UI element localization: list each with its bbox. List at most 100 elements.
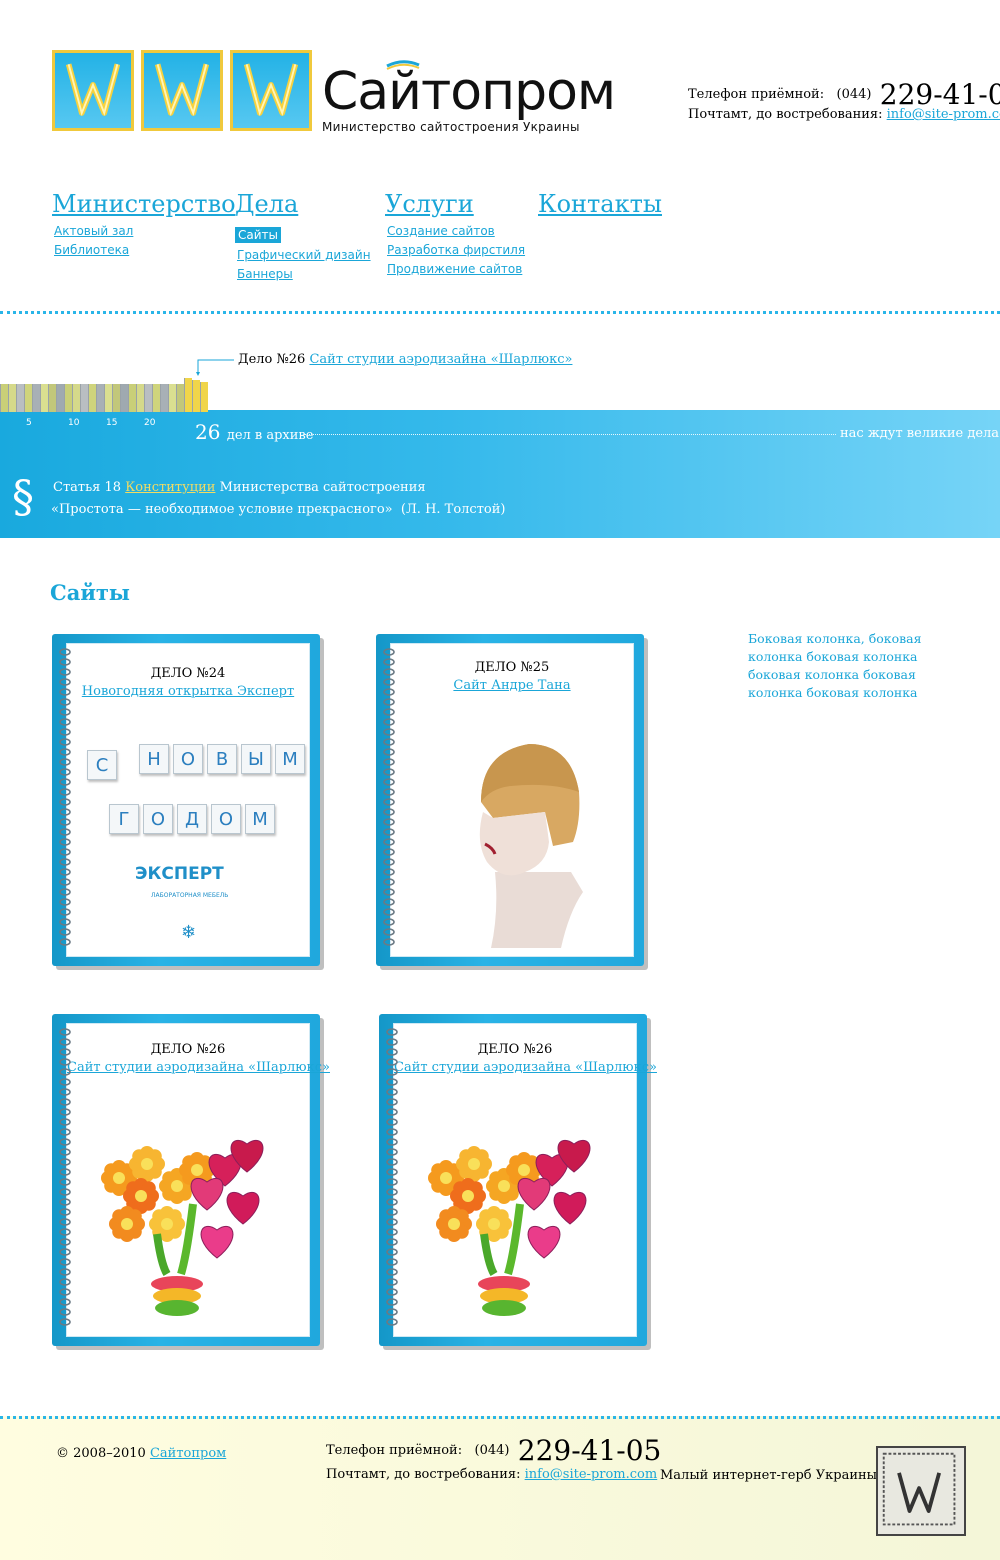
archive-binder[interactable] <box>176 384 184 412</box>
pointer-arrow-icon <box>196 359 234 376</box>
email-link[interactable]: info@site-prom.com <box>887 107 1000 122</box>
spiral-binding-icon <box>59 1028 71 1326</box>
site-subtitle: Министерство сайтостроения Украины <box>322 120 580 134</box>
archive-binder[interactable] <box>136 384 144 412</box>
balloon-bouquet-image <box>97 1124 297 1324</box>
woman-portrait-image <box>479 744 583 948</box>
logo-w-icon-2[interactable] <box>141 50 223 131</box>
nav-item-branding[interactable]: Разработка фирстиля <box>385 243 525 257</box>
card-link[interactable]: Новогодняя открытка Эксперт <box>67 684 309 699</box>
tile-row-1b: Н О В Ы М <box>139 744 305 774</box>
phone-label: Телефон приёмной: <box>688 87 825 102</box>
archive-binder[interactable] <box>112 384 120 412</box>
archive-binder[interactable] <box>0 384 8 412</box>
archive-binder[interactable] <box>40 384 48 412</box>
shelf-number: 5 <box>26 418 32 428</box>
logo-w-icon-3[interactable] <box>230 50 312 131</box>
archive-binder[interactable] <box>80 384 88 412</box>
case-card[interactable]: ДЕЛО №25 Сайт Андре Тана <box>376 634 648 970</box>
archive-binder[interactable] <box>48 384 56 412</box>
archive-binder[interactable] <box>120 384 128 412</box>
archive-binder[interactable] <box>24 384 32 412</box>
footer-copyright: © 2008–2010 Сайтопром <box>56 1446 226 1461</box>
card-link[interactable]: Сайт студии аэродизайна «Шарлюкс» <box>67 1060 330 1075</box>
archive-binder[interactable] <box>104 384 112 412</box>
quote-text: «Простота — необходимое условие прекрасн… <box>51 502 393 517</box>
nav-title-services[interactable]: Услуги <box>385 190 525 218</box>
sidebar-text: Боковая колонка, боковая колонка боковая… <box>748 631 922 700</box>
archive-binder[interactable] <box>72 384 80 412</box>
constitution-article: Статья 18 Конституции Министерства сайто… <box>53 480 426 495</box>
card-link[interactable]: Сайт Андре Тана <box>391 678 633 693</box>
letter-tile: Н <box>139 744 169 774</box>
archive-binder[interactable] <box>8 384 16 412</box>
divider <box>0 311 1000 314</box>
coat-of-arms-stamp[interactable] <box>876 1446 966 1536</box>
logo-w-icon-1[interactable] <box>52 50 134 131</box>
case-card[interactable]: ДЕЛО №24 Новогодняя открытка Эксперт С Н… <box>52 634 324 970</box>
expert-logo: ЭКСПЕРТ <box>135 864 224 884</box>
phone-code: (044) <box>474 1443 510 1458</box>
nav-title-cases[interactable]: Дела <box>235 190 371 218</box>
letter-tile: О <box>143 804 173 834</box>
archive-binder[interactable] <box>192 380 200 412</box>
footer-phone: Телефон приёмной: (044) 229-41-05 <box>326 1434 661 1467</box>
nav-item-site-creation[interactable]: Создание сайтов <box>385 224 525 238</box>
archive-binder[interactable] <box>184 378 192 412</box>
current-case: Дело №26 Сайт студии аэродизайна «Шарлюк… <box>238 352 572 367</box>
nav-item-sites-active[interactable]: Сайты <box>235 227 281 243</box>
nav-services: Услуги Создание сайтов Разработка фирсти… <box>385 190 525 281</box>
quote-author: (Л. Н. Толстой) <box>400 502 506 517</box>
archive-binder[interactable] <box>16 384 24 412</box>
archive-binder[interactable] <box>144 384 152 412</box>
nav-title-contacts[interactable]: Контакты <box>538 190 662 218</box>
case-card[interactable]: ДЕЛО №26 Сайт студии аэродизайна «Шарлюк… <box>379 1014 657 1350</box>
letter-tile: В <box>207 744 237 774</box>
nav-item-graphic-design[interactable]: Графический дизайн <box>235 248 371 262</box>
case-card[interactable]: ДЕЛО №26 Сайт студии аэродизайна «Шарлюк… <box>52 1014 330 1350</box>
archive-binder[interactable] <box>64 384 72 412</box>
card-number: ДЕЛО №24 <box>150 666 226 681</box>
constitution-link[interactable]: Конституции <box>125 480 215 495</box>
archive-binder[interactable] <box>32 384 40 412</box>
archive-count-text: дел в архиве <box>226 428 314 443</box>
archive-binder[interactable] <box>200 382 208 412</box>
archive-dots <box>304 434 836 435</box>
letter-tile: О <box>211 804 241 834</box>
snowflake-icon: ❄ <box>181 922 197 943</box>
nav-item-assembly-hall[interactable]: Актовый зал <box>52 224 236 238</box>
archive-binder[interactable] <box>128 384 136 412</box>
site-brand[interactable]: Сайтопром <box>322 62 616 122</box>
nav-item-library[interactable]: Библиотека <box>52 243 236 257</box>
letter-tile: С <box>87 750 117 780</box>
shelf-number: 20 <box>144 418 156 428</box>
post-label: Почтамт, до востребования: <box>326 1467 521 1482</box>
constitution-quote: «Простота — необходимое условие прекрасн… <box>51 502 505 517</box>
arms-caption: Малый интернет-герб Украины → <box>660 1468 893 1483</box>
nav-item-banners[interactable]: Баннеры <box>235 267 371 281</box>
letter-tile: Г <box>109 804 139 834</box>
letter-tile: М <box>275 744 305 774</box>
archive-binder[interactable] <box>160 384 168 412</box>
shelf-number: 15 <box>106 418 118 428</box>
archive-binder[interactable] <box>168 384 176 412</box>
archive-binder[interactable] <box>96 384 104 412</box>
archive-tail: нас ждут великие дела :) <box>840 426 1000 441</box>
nav-title-ministry[interactable]: Министерство <box>52 190 236 218</box>
case-label: Дело №26 <box>238 352 306 367</box>
article-prefix: Статья 18 <box>53 480 122 495</box>
article-suffix: Министерства сайтостроения <box>219 480 426 495</box>
phone-number: 229-41-05 <box>517 1434 662 1467</box>
archive-shelf[interactable] <box>0 378 212 412</box>
archive-binder[interactable] <box>88 384 96 412</box>
email-link[interactable]: info@site-prom.com <box>525 1467 658 1482</box>
archive-binder[interactable] <box>152 384 160 412</box>
case-link[interactable]: Сайт студии аэродизайна «Шарлюкс» <box>309 352 572 367</box>
nav-item-promotion[interactable]: Продвижение сайтов <box>385 262 525 276</box>
copyright-text: © 2008–2010 <box>56 1446 146 1461</box>
archive-binder[interactable] <box>56 384 64 412</box>
card-number: ДЕЛО №26 <box>150 1042 226 1057</box>
archive-count: 26 дел в архиве <box>195 420 313 444</box>
copyright-link[interactable]: Сайтопром <box>150 1446 226 1461</box>
card-link[interactable]: Сайт студии аэродизайна «Шарлюкс» <box>394 1060 657 1075</box>
